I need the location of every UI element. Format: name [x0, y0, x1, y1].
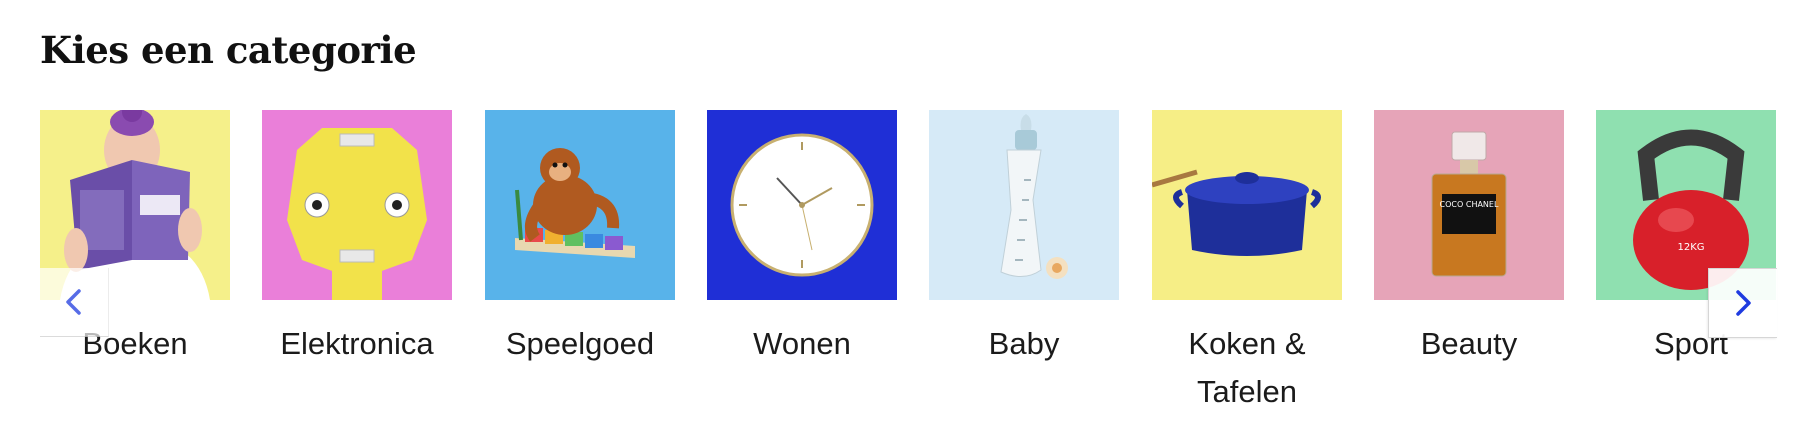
category-carousel: Boeken Elektronica Speelgoed Wonen Baby …: [40, 110, 1776, 410]
category-card-beauty[interactable]: COCO CHANEL Beauty: [1374, 110, 1564, 368]
carousel-prev-button[interactable]: [40, 268, 109, 337]
category-image-elektronica: [262, 110, 452, 300]
category-image-wonen: [707, 110, 897, 300]
toy-monkey-icon: [485, 110, 675, 300]
wall-clock-icon: [707, 110, 897, 300]
category-image-baby: [929, 110, 1119, 300]
perfume-label: COCO CHANEL: [1440, 200, 1499, 209]
category-card-baby[interactable]: Baby: [929, 110, 1119, 368]
category-label-koken-tafelen: Koken & Tafelen: [1188, 326, 1306, 409]
cooking-pot-icon: [1152, 110, 1342, 300]
baby-bottle-icon: [929, 110, 1119, 300]
section-title: Kies een categorie: [40, 28, 417, 72]
kettlebell-label: 12KG: [1677, 242, 1704, 253]
carousel-next-button[interactable]: [1708, 268, 1777, 338]
category-image-koken-tafelen: [1152, 110, 1342, 300]
category-card-elektronica[interactable]: Elektronica: [262, 110, 452, 368]
category-card-wonen[interactable]: Wonen: [707, 110, 897, 368]
category-card-koken-tafelen[interactable]: Koken & Tafelen: [1152, 110, 1342, 410]
category-image-beauty: COCO CHANEL: [1374, 110, 1564, 300]
category-label-elektronica: Elektronica: [280, 326, 434, 361]
category-track: Boeken Elektronica Speelgoed Wonen Baby …: [40, 110, 1776, 410]
category-image-speelgoed: [485, 110, 675, 300]
perfume-bottle-icon: COCO CHANEL: [1374, 110, 1564, 300]
category-label-beauty: Beauty: [1420, 326, 1518, 361]
chevron-right-icon: [1736, 290, 1751, 316]
chevron-left-icon: [66, 289, 81, 315]
category-section: Kies een categorie Boeken Elektronica Sp…: [0, 0, 1810, 424]
category-label-wonen: Wonen: [753, 326, 851, 361]
category-card-speelgoed[interactable]: Speelgoed: [485, 110, 675, 368]
category-label-baby: Baby: [988, 326, 1060, 361]
category-label-speelgoed: Speelgoed: [505, 326, 655, 361]
plug-socket-icon: [262, 110, 452, 300]
